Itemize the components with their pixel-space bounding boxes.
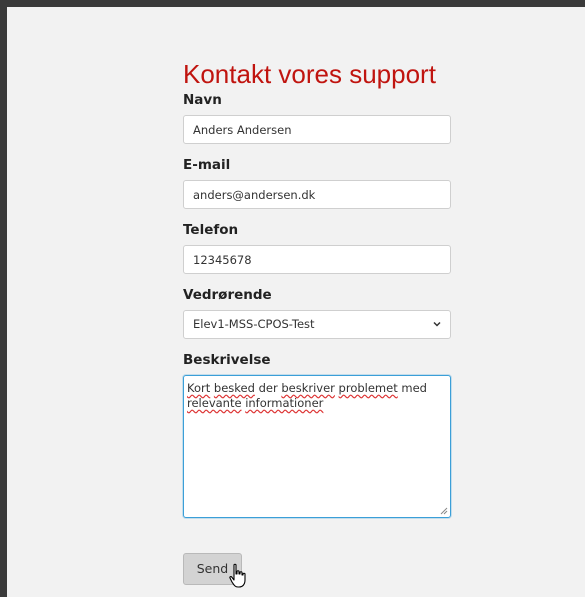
- page-background: Kontakt vores support Navn E-mail Telefo…: [7, 7, 585, 597]
- phone-input[interactable]: [183, 245, 451, 274]
- description-word: der: [258, 381, 278, 395]
- description-word: med: [401, 381, 427, 395]
- description-word: relevante: [187, 396, 242, 410]
- description-textarea[interactable]: Kort besked der beskriver problemet med …: [183, 375, 451, 518]
- contact-form: Kontakt vores support Navn E-mail Telefo…: [183, 59, 451, 588]
- description-word: beskriver: [281, 381, 335, 395]
- subject-selected-value: Elev1-MSS-CPOS-Test: [193, 317, 315, 331]
- description-word: informationer: [245, 396, 324, 410]
- name-label: Navn: [183, 92, 222, 108]
- hand-pointer-cursor-icon: [229, 563, 246, 588]
- chevron-down-icon: [433, 321, 441, 327]
- email-input[interactable]: [183, 180, 451, 209]
- name-input[interactable]: [183, 115, 451, 144]
- description-word: Kort: [187, 381, 211, 395]
- resize-handle-icon[interactable]: [440, 507, 448, 515]
- subject-select[interactable]: Elev1-MSS-CPOS-Test: [183, 310, 451, 339]
- description-word: problemet: [338, 381, 398, 395]
- description-label: Beskrivelse: [183, 352, 271, 368]
- phone-label: Telefon: [183, 222, 239, 238]
- subject-label: Vedrørende: [183, 287, 272, 303]
- description-word: besked: [213, 381, 255, 395]
- email-label: E-mail: [183, 157, 231, 173]
- page-title: Kontakt vores support: [183, 59, 436, 89]
